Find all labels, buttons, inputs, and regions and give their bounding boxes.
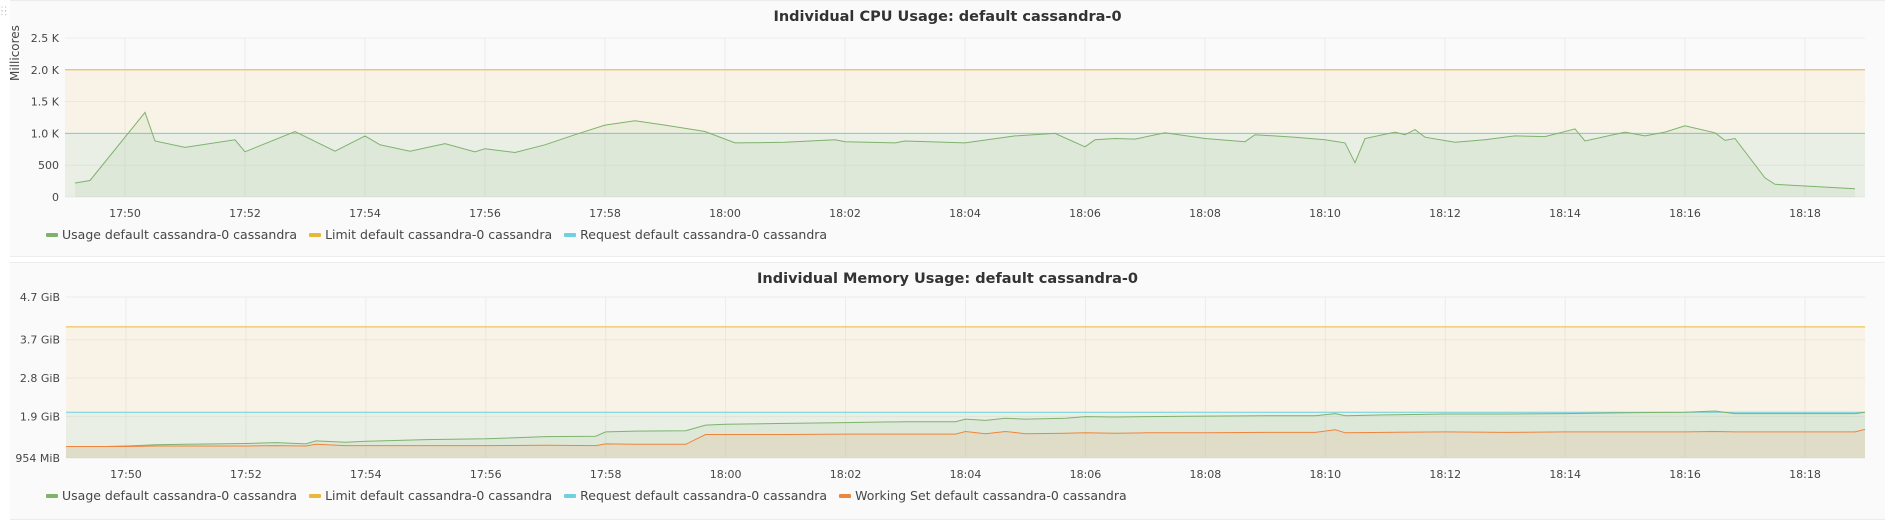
- y-tick-label: 3.7 GiB: [20, 334, 60, 347]
- x-tick-label: 18:14: [1549, 468, 1581, 481]
- x-tick-label: 17:52: [229, 207, 261, 220]
- x-tick-label: 18:16: [1669, 468, 1701, 481]
- y-tick-label: 1.9 GiB: [20, 411, 60, 424]
- x-tick-label: 17:50: [110, 468, 142, 481]
- y-tick-label: 2.0 K: [31, 64, 60, 77]
- legend-label: Usage default cassandra-0 cassandra: [62, 227, 298, 242]
- cpu-legend: Usage default cassandra-0 cassandra Limit…: [46, 227, 827, 242]
- x-tick-label: 18:08: [1190, 468, 1222, 481]
- legend-item[interactable]: Limit default cassandra-0 cassandra: [309, 488, 552, 503]
- legend-swatch: [46, 493, 58, 498]
- legend-item[interactable]: Usage default cassandra-0 cassandra: [46, 488, 297, 503]
- x-tick-label: 17:58: [589, 207, 621, 220]
- x-tick-label: 18:10: [1309, 207, 1341, 220]
- x-tick-label: 18:12: [1429, 468, 1461, 481]
- x-tick-label: 18:06: [1070, 468, 1102, 481]
- legend-item[interactable]: Request default cassandra-0 cassandra: [564, 488, 827, 503]
- x-tick-label: 17:58: [590, 468, 622, 481]
- legend-item[interactable]: Limit default cassandra-0 cassandra: [309, 227, 552, 242]
- y-tick-label: 2.5 K: [31, 32, 60, 45]
- y-tick-label: 2.8 GiB: [20, 372, 60, 385]
- x-tick-label: 18:14: [1549, 207, 1581, 220]
- legend-swatch: [309, 493, 322, 498]
- memory-usage-panel: Individual Memory Usage: default cassand…: [10, 262, 1885, 520]
- legend-swatch: [564, 493, 577, 498]
- y-tick-label: 954 MiB: [15, 452, 60, 465]
- legend-swatch: [309, 232, 322, 237]
- x-tick-label: 18:08: [1189, 207, 1221, 220]
- legend-swatch: [839, 493, 852, 498]
- legend-label: Limit default cassandra-0 cassandra: [325, 227, 553, 242]
- y-tick-label: 1.0 K: [31, 127, 60, 140]
- drag-handle-icon[interactable]: ∷ ∷: [1, 6, 9, 24]
- legend-label: Request default cassandra-0 cassandra: [580, 488, 828, 503]
- y-tick-label: 500: [38, 159, 59, 172]
- x-tick-label: 18:12: [1429, 207, 1461, 220]
- x-tick-label: 17:56: [470, 468, 502, 481]
- x-tick-label: 18:10: [1309, 468, 1341, 481]
- cpu-usage-chart[interactable]: 0 500 1.0 K 1.5 K 2.0 K 2.5 K 17:50 17:52 17:54 1…: [10, 1, 1885, 223]
- x-tick-label: 18:04: [950, 468, 982, 481]
- legend-label: Usage default cassandra-0 cassandra: [62, 488, 298, 503]
- legend-label: Limit default cassandra-0 cassandra: [325, 488, 553, 503]
- legend-item[interactable]: Usage default cassandra-0 cassandra: [46, 227, 297, 242]
- memory-usage-chart[interactable]: 954 MiB 1.9 GiB 2.8 GiB 3.7 GiB 4.7 GiB 17:50…: [10, 263, 1885, 485]
- cpu-usage-panel: Individual CPU Usage: default cassandra-…: [8, 0, 1885, 257]
- legend-swatch: [46, 232, 58, 237]
- legend-label: Request default cassandra-0 cassandra: [580, 227, 828, 242]
- x-tick-label: 17:52: [230, 468, 262, 481]
- x-tick-label: 17:56: [469, 207, 501, 220]
- x-tick-label: 17:54: [349, 207, 381, 220]
- y-tick-label: 1.5 K: [31, 96, 60, 109]
- x-tick-label: 17:50: [109, 207, 141, 220]
- x-tick-label: 18:18: [1789, 207, 1821, 220]
- y-tick-label: 4.7 GiB: [20, 291, 60, 304]
- x-tick-label: 17:54: [350, 468, 382, 481]
- memory-legend: Usage default cassandra-0 cassandra Limit…: [46, 488, 1127, 503]
- x-tick-label: 18:04: [949, 207, 981, 220]
- x-tick-label: 18:16: [1669, 207, 1701, 220]
- x-tick-label: 18:06: [1069, 207, 1101, 220]
- x-tick-label: 18:02: [829, 207, 861, 220]
- x-tick-label: 18:02: [830, 468, 862, 481]
- legend-label: Working Set default cassandra-0 cassandr…: [855, 488, 1127, 503]
- legend-item[interactable]: Working Set default cassandra-0 cassandr…: [839, 488, 1127, 503]
- y-tick-label: 0: [52, 191, 59, 204]
- legend-item[interactable]: Request default cassandra-0 cassandra: [564, 227, 827, 242]
- x-tick-label: 18:00: [709, 207, 741, 220]
- legend-swatch: [564, 232, 577, 237]
- x-tick-label: 18:00: [710, 468, 742, 481]
- x-tick-label: 18:18: [1789, 468, 1821, 481]
